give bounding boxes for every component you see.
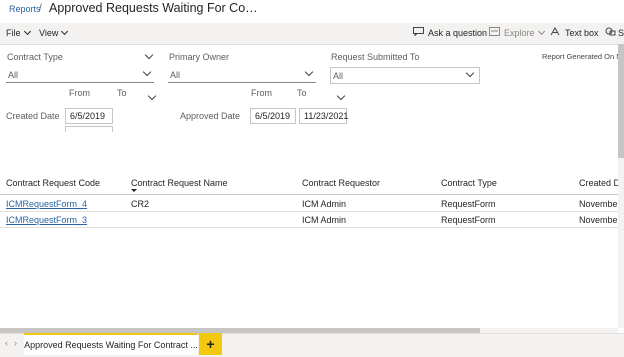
explore-menu[interactable]: Explore [504, 27, 545, 38]
chevron-down-icon [61, 27, 69, 36]
created-to-input[interactable] [65, 126, 113, 132]
table-cell: November [579, 199, 621, 209]
primary-owner-value: All [170, 70, 181, 80]
table-row-code-link[interactable]: ICMRequestForm_3 [6, 215, 87, 225]
explore-label: Explore [504, 28, 535, 38]
created-from-input[interactable]: 6/5/2019 [65, 108, 113, 124]
explore-icon [489, 27, 500, 36]
table-cell: CR2 [131, 199, 150, 209]
next-page-icon[interactable]: › [14, 338, 17, 348]
breadcrumb-reports[interactable]: Reports [9, 4, 41, 14]
table-row-code-link[interactable]: ICMRequestForm_4 [6, 199, 87, 209]
vertical-scrollbar-thumb[interactable] [618, 44, 624, 158]
primary-owner-dropdown[interactable]: All [168, 67, 316, 83]
tab-approved-requests[interactable]: Approved Requests Waiting For Contract .… [24, 333, 198, 355]
column-header-requestor[interactable]: Contract Requestor [302, 178, 380, 188]
report-generated-label: Report Generated On No [542, 52, 624, 61]
file-menu[interactable]: File [6, 27, 31, 38]
text-box-icon [550, 27, 560, 36]
table-cell: ICM Admin [302, 215, 347, 225]
request-submitted-to-label: Request Submitted To [331, 52, 420, 62]
table-cell: RequestForm [441, 199, 496, 209]
chevron-down-icon [537, 27, 545, 36]
table-cell: November [579, 215, 621, 225]
table-cell: ICM Admin [302, 199, 347, 209]
view-menu-label: View [39, 28, 59, 38]
chevron-down-icon [23, 27, 31, 36]
created-to-label: To [117, 88, 127, 98]
primary-owner-label: Primary Owner [169, 52, 230, 62]
header-divider [0, 194, 618, 195]
contract-type-value: All [8, 70, 19, 80]
chevron-down-icon [304, 67, 314, 77]
shapes-icon [605, 27, 616, 36]
column-header-name[interactable]: Contract Request Name [131, 178, 228, 188]
ask-question-button[interactable]: Ask a question [428, 28, 487, 38]
text-box-button[interactable]: Text box [565, 28, 599, 38]
view-menu[interactable]: View [39, 27, 69, 38]
row-divider [0, 211, 618, 212]
approved-date-label: Approved Date [180, 111, 241, 121]
approved-from-label: From [251, 88, 272, 98]
page-title: Approved Requests Waiting For Co… [49, 1, 258, 15]
chat-icon [413, 27, 424, 36]
file-menu-label: File [6, 28, 21, 38]
created-from-label: From [69, 88, 90, 98]
row-divider [0, 227, 618, 228]
shapes-button[interactable]: S [618, 28, 624, 38]
chevron-down-icon[interactable] [147, 91, 157, 101]
contract-type-label: Contract Type [7, 52, 63, 62]
column-header-type[interactable]: Contract Type [441, 178, 497, 188]
breadcrumb-separator: / [39, 3, 42, 14]
chevron-down-icon [142, 67, 152, 77]
previous-page-icon[interactable]: ‹ [5, 338, 8, 348]
column-header-created[interactable]: Created D [579, 178, 620, 188]
created-date-label: Created Date [6, 111, 60, 121]
approved-to-input[interactable]: 11/23/2021 [299, 108, 348, 124]
column-header-code[interactable]: Contract Request Code [6, 178, 100, 188]
toolbar: File View Ask a question Explore Text bo… [0, 23, 624, 45]
chevron-down-icon [465, 68, 475, 78]
request-submitted-to-dropdown[interactable]: All [330, 67, 480, 84]
request-submitted-to-value: All [333, 71, 344, 81]
approved-from-input[interactable]: 6/5/2019 [250, 108, 296, 124]
sort-desc-icon [131, 189, 137, 192]
add-page-button[interactable]: + [199, 333, 222, 355]
chevron-down-icon[interactable] [336, 91, 346, 101]
contract-type-dropdown[interactable]: All [6, 67, 154, 83]
chevron-down-icon[interactable] [144, 50, 154, 60]
approved-to-label: To [297, 88, 307, 98]
table-cell: RequestForm [441, 215, 496, 225]
